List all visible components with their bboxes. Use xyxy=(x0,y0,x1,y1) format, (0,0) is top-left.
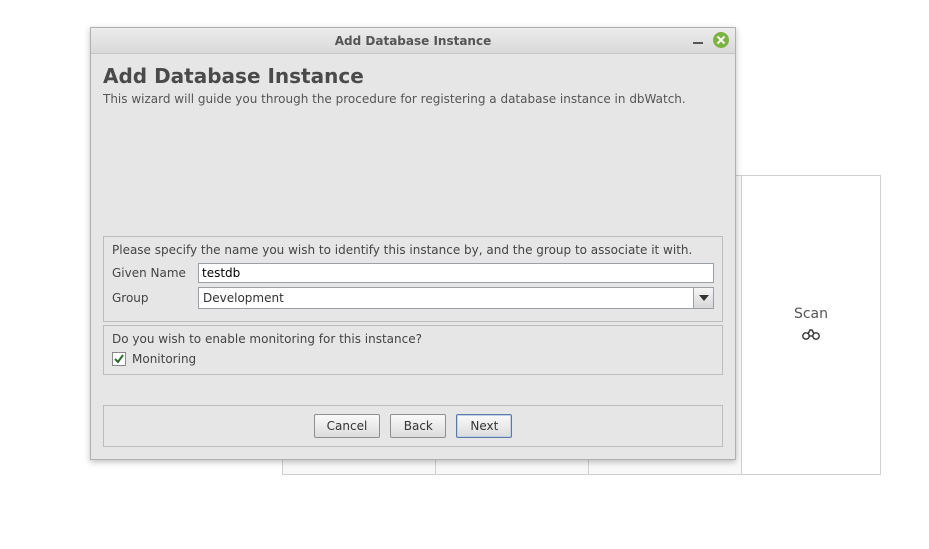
monitoring-checkbox-label: Monitoring xyxy=(132,352,196,366)
add-database-instance-dialog: Add Database Instance Add Database Insta… xyxy=(90,27,736,460)
back-button[interactable]: Back xyxy=(390,414,446,438)
binoculars-icon xyxy=(742,328,880,344)
given-name-label: Given Name xyxy=(112,266,198,280)
page-heading: Add Database Instance xyxy=(103,64,723,88)
name-group-box: Please specify the name you wish to iden… xyxy=(103,236,723,322)
group-dropdown-value: Development xyxy=(199,288,693,308)
minimize-icon[interactable] xyxy=(693,42,703,44)
name-instruction: Please specify the name you wish to iden… xyxy=(112,243,714,257)
given-name-row: Given Name xyxy=(112,263,714,283)
close-icon[interactable] xyxy=(713,32,729,48)
group-label: Group xyxy=(112,291,198,305)
page-description: This wizard will guide you through the p… xyxy=(103,92,723,106)
window-title: Add Database Instance xyxy=(91,34,735,48)
next-button[interactable]: Next xyxy=(456,414,512,438)
dialog-body: Add Database Instance This wizard will g… xyxy=(91,54,735,459)
button-bar: Cancel Back Next xyxy=(103,405,723,447)
scan-label: Scan xyxy=(742,306,880,322)
titlebar-controls xyxy=(693,32,729,48)
monitoring-checkbox[interactable] xyxy=(112,352,126,366)
chevron-down-icon[interactable] xyxy=(693,288,713,308)
monitoring-checkbox-row: Monitoring xyxy=(112,352,714,366)
group-row: Group Development xyxy=(112,287,714,309)
cancel-button[interactable]: Cancel xyxy=(314,414,381,438)
given-name-input[interactable] xyxy=(198,263,714,283)
titlebar[interactable]: Add Database Instance xyxy=(91,28,735,54)
group-dropdown[interactable]: Development xyxy=(198,287,714,309)
scan-tile[interactable]: Scan xyxy=(741,175,881,475)
monitoring-question: Do you wish to enable monitoring for thi… xyxy=(112,332,714,346)
monitoring-group-box: Do you wish to enable monitoring for thi… xyxy=(103,325,723,375)
